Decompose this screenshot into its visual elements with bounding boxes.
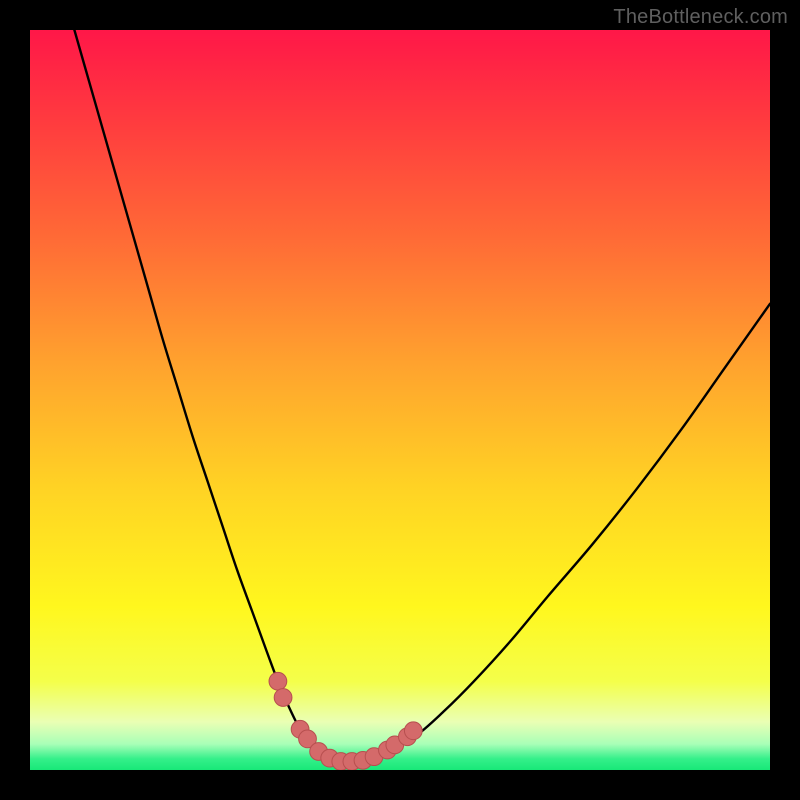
curve-markers [30, 30, 770, 770]
watermark-text: TheBottleneck.com [613, 6, 788, 29]
curve-marker [404, 722, 422, 740]
curve-marker [269, 672, 287, 690]
curve-marker [274, 689, 292, 707]
chart-stage: TheBottleneck.com [0, 0, 800, 800]
plot-area [30, 30, 770, 770]
